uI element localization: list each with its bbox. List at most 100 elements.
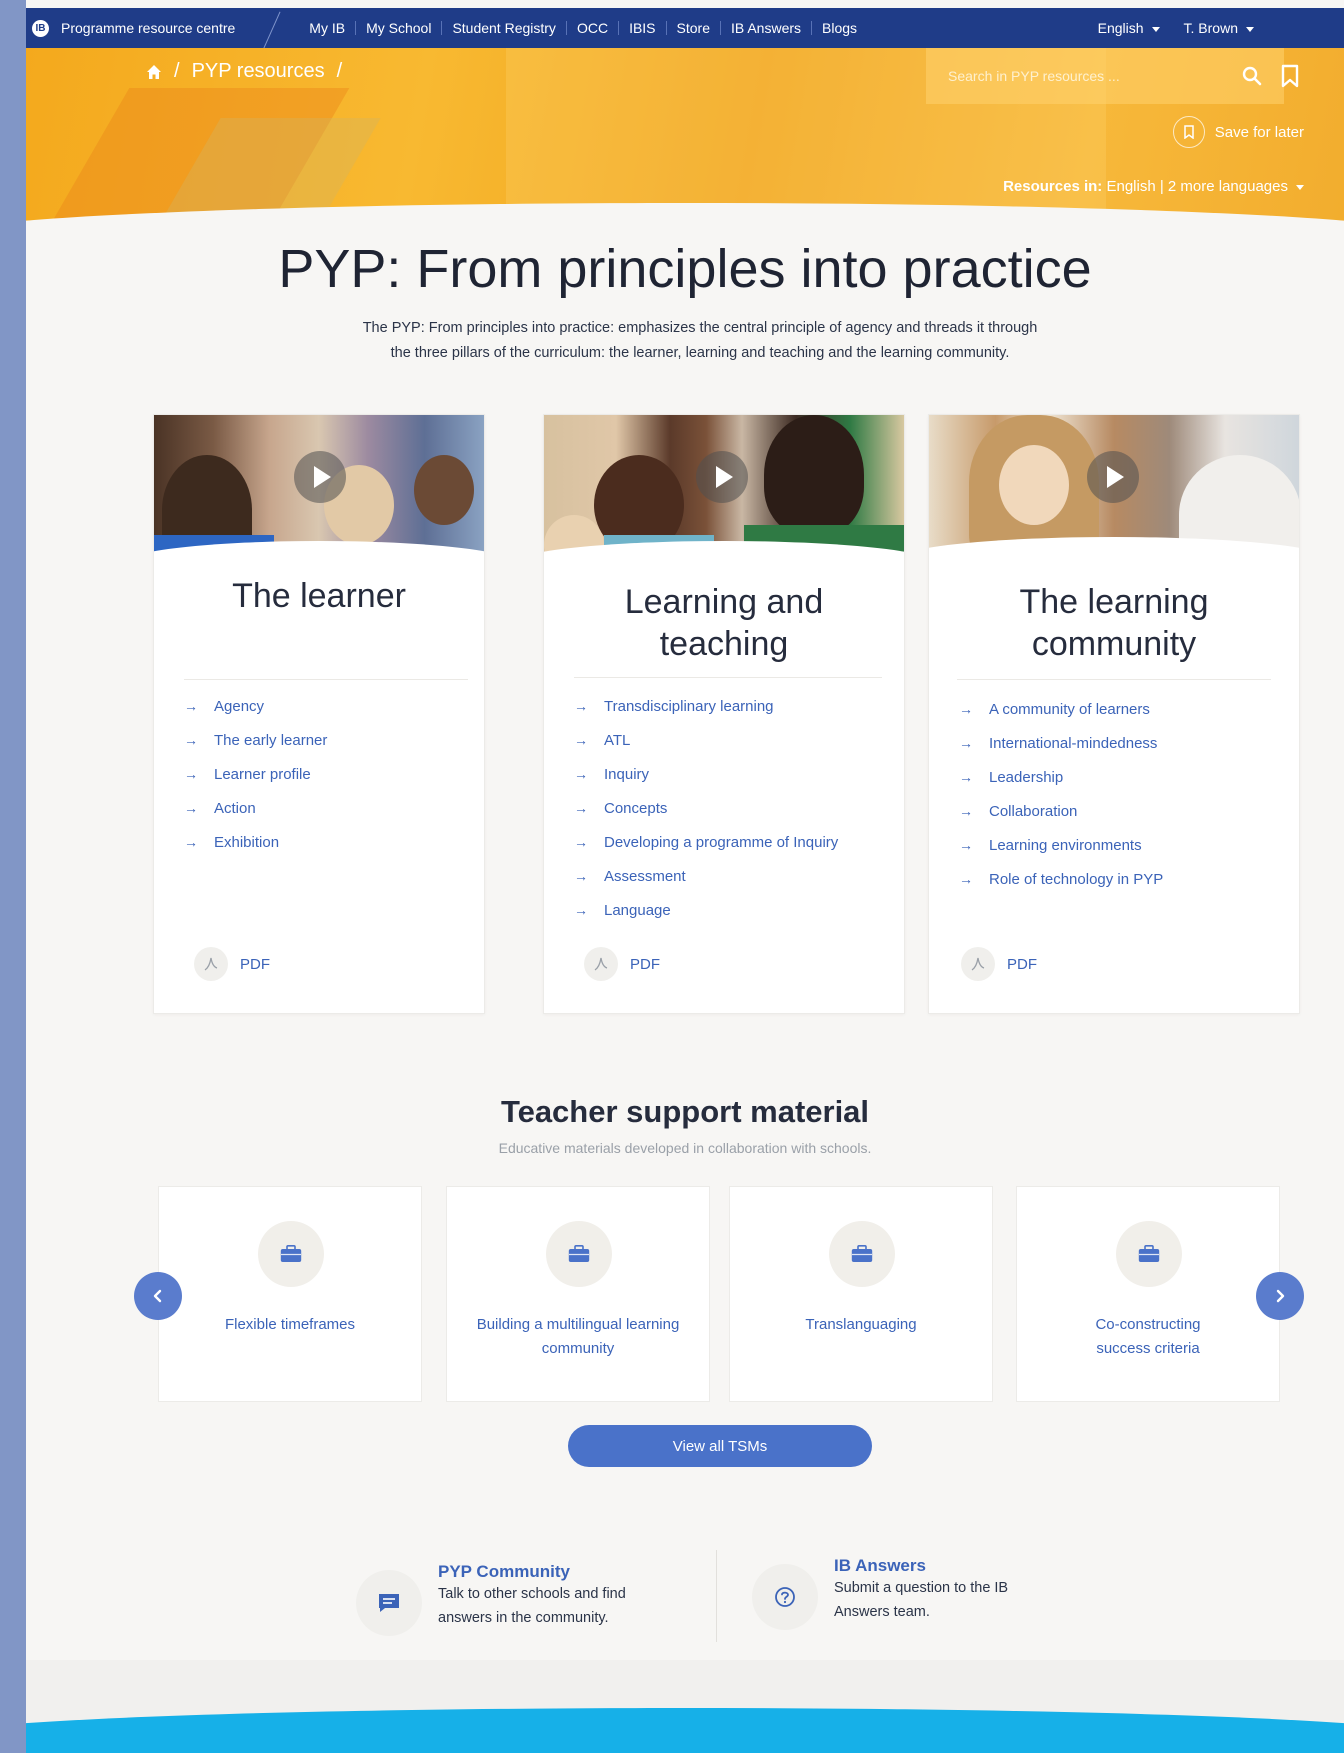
save-for-later-button[interactable]: Save for later [1172,116,1304,148]
pdf-icon [961,947,995,981]
tsm-card[interactable]: Co-constructing success criteria [1016,1186,1280,1402]
tsm-card[interactable]: Translanguaging [729,1186,993,1402]
briefcase-icon [546,1221,612,1287]
page-intro: The PYP: From principles into practice: … [362,320,1038,361]
link-label: Leadership [989,768,1064,786]
link-label: Collaboration [989,802,1078,820]
card-link-agency[interactable]: → Agency [184,689,327,723]
card-link-learning-environments[interactable]: → Learning environments [959,828,1163,862]
tsm-section-subtitle: Educative materials developed in collabo… [498,1140,872,1156]
resource-languages: Resources in: English | 2 more languages [1003,178,1304,195]
bookmark-icon[interactable] [1278,62,1302,90]
nav-link-my-ib[interactable]: My IB [299,21,357,35]
card-link-action[interactable]: → Action [184,791,327,825]
card-link-exhibition[interactable]: → Exhibition [184,825,327,859]
carousel-prev-button[interactable] [134,1272,182,1320]
play-video-button[interactable] [696,451,748,503]
pyp-community-title[interactable]: PYP Community [438,1562,668,1582]
pyp-community-block[interactable]: PYP Community Talk to other schools and … [356,1550,668,1636]
card-link-language[interactable]: → Language [574,893,838,927]
search-box[interactable]: Search in PYP resources ... [926,48,1284,104]
user-name: T. Brown [1183,20,1238,36]
search-input[interactable]: Search in PYP resources ... [948,68,1242,84]
tsm-card[interactable]: Building a multilingual learning communit… [446,1186,710,1402]
play-video-button[interactable] [294,451,346,503]
card-link-programme-of-inquiry[interactable]: → Developing a programme of Inquiry [574,825,838,859]
pdf-download-link[interactable]: PDF [194,947,270,981]
breadcrumb-pyp-resources[interactable]: PYP resources [192,60,325,83]
tsm-label: Co-constructing success criteria [1027,1313,1269,1361]
pdf-icon [584,947,618,981]
arrow-right-icon: → [959,769,973,785]
tsm-label: Building a multilingual learning communit… [457,1313,699,1361]
card-divider [574,677,882,678]
link-label: Concepts [604,799,668,817]
arrow-right-icon: → [959,871,973,887]
arrow-right-icon: → [959,701,973,717]
link-label: Learning environments [989,836,1142,854]
nav-divider [259,8,289,48]
ib-answers-block[interactable]: IB Answers Submit a question to the IB A… [752,1544,1044,1630]
card-links: → A community of learners → International-… [959,692,1163,896]
brand[interactable]: IB Programme resource centre [32,19,235,37]
arrow-right-icon: → [959,735,973,751]
arrow-right-icon: → [184,698,198,714]
card-link-community-of-learners[interactable]: → A community of learners [959,692,1163,726]
card-link-learner-profile[interactable]: → Learner profile [184,757,327,791]
nav-link-ib-answers[interactable]: IB Answers [721,21,813,35]
arrow-right-icon: → [184,834,198,850]
tsm-label-line-1: Flexible timeframes [224,1316,356,1333]
nav-link-student-registry[interactable]: Student Registry [442,21,567,35]
question-icon [752,1564,818,1630]
card-links: → Agency → The early learner → Learner prof… [184,689,327,859]
search-icon[interactable] [1242,66,1262,86]
pdf-download-link[interactable]: PDF [961,947,1037,981]
chevron-right-icon [1276,1289,1285,1303]
image-curve [544,541,904,565]
tsm-label-line-1: Co-constructing [1095,1316,1201,1333]
chevron-down-icon [1151,26,1160,32]
language-label: English [1097,20,1144,36]
play-video-button[interactable] [1087,451,1139,503]
link-label: Action [214,799,256,817]
top-navigation: IB Programme resource centre My IB My Sc… [26,8,1344,48]
pillar-card-learning-teaching: Learning and teaching → Transdisciplinary … [543,414,905,1014]
user-dropdown[interactable]: T. Brown [1184,20,1254,36]
card-link-transdisciplinary-learning[interactable]: → Transdisciplinary learning [574,689,838,723]
chevron-down-icon [1246,26,1254,32]
card-link-collaboration[interactable]: → Collaboration [959,794,1163,828]
nav-link-occ[interactable]: OCC [567,21,620,35]
arrow-right-icon: → [184,766,198,782]
ib-answers-title[interactable]: IB Answers [834,1556,1044,1576]
nav-link-blogs[interactable]: Blogs [812,21,867,35]
home-icon[interactable] [146,64,162,80]
nav-link-my-school[interactable]: My School [356,21,443,35]
tsm-card[interactable]: Flexible timeframes [158,1186,422,1402]
nav-link-ibis[interactable]: IBIS [619,21,667,35]
bookmark-icon [1172,116,1205,148]
current-language[interactable]: English | [1106,178,1163,195]
language-dropdown[interactable]: English [1098,20,1160,36]
ib-answers-text: Submit a question to the IB Answers team… [834,1580,1009,1620]
link-label: Role of technology in PYP [989,870,1164,888]
card-links: → Transdisciplinary learning → ATL → Inquir… [574,689,838,927]
link-label: The early learner [214,731,328,749]
card-link-international-mindedness[interactable]: → International-mindedness [959,726,1163,760]
card-link-concepts[interactable]: → Concepts [574,791,838,825]
arrow-right-icon: → [574,800,588,816]
card-link-leadership[interactable]: → Leadership [959,760,1163,794]
pdf-label: PDF [1007,955,1037,973]
link-label: Agency [214,697,265,715]
nav-link-store[interactable]: Store [667,21,721,35]
pdf-download-link[interactable]: PDF [584,947,660,981]
card-link-assessment[interactable]: → Assessment [574,859,838,893]
more-languages-dropdown[interactable]: 2 more languages [1168,178,1304,195]
view-all-tsms-button[interactable]: View all TSMs [568,1425,872,1467]
carousel-next-button[interactable] [1256,1272,1304,1320]
link-label: A community of learners [989,700,1150,718]
card-link-atl[interactable]: → ATL [574,723,838,757]
card-title: The learner [232,577,406,615]
card-link-inquiry[interactable]: → Inquiry [574,757,838,791]
card-link-early-learner[interactable]: → The early learner [184,723,327,757]
card-link-role-of-technology[interactable]: → Role of technology in PYP [959,862,1163,896]
